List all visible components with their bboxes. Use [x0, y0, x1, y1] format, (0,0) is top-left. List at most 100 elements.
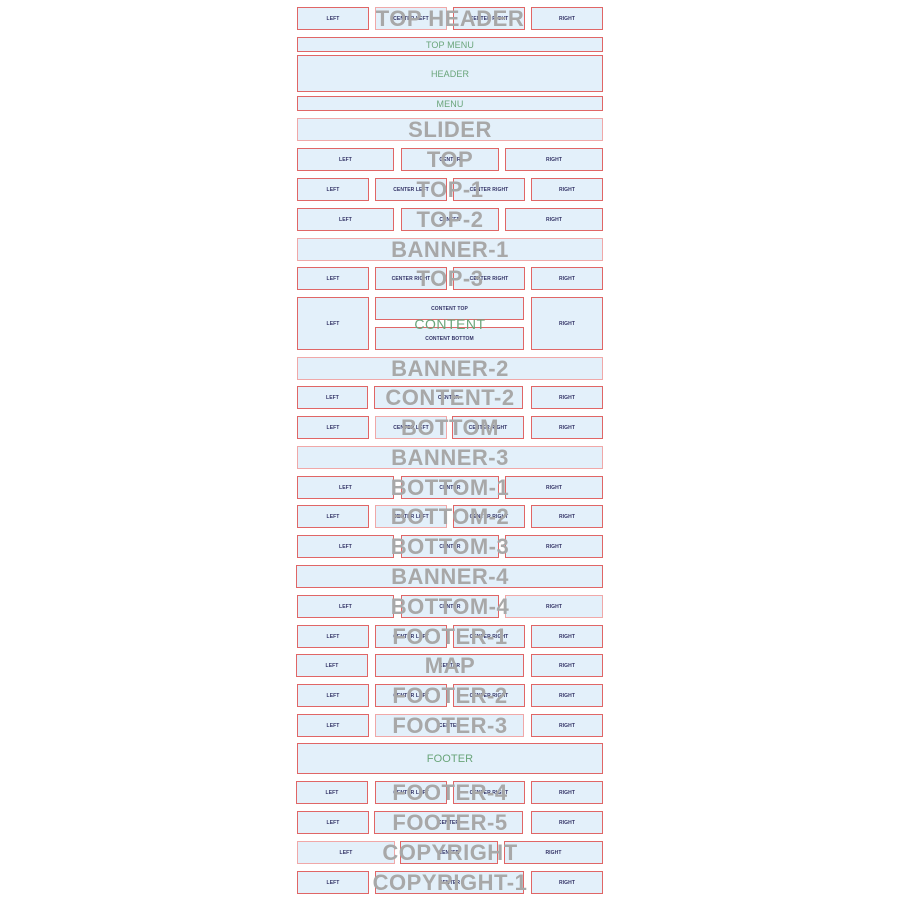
footer-5-left[interactable]: LEFT	[297, 811, 369, 834]
top-3-left[interactable]: LEFT	[297, 267, 369, 290]
content-2-right[interactable]: RIGHT	[531, 386, 603, 409]
map-center[interactable]: CENTER	[375, 654, 524, 677]
bottom-2-right[interactable]: RIGHT	[531, 505, 603, 528]
bottom-2-left[interactable]: LEFT	[297, 505, 369, 528]
footer-2-row: LEFT CENTER LEFT CENTER RIGHT RIGHT FOOT…	[297, 683, 603, 708]
header-box[interactable]: HEADER	[297, 55, 603, 92]
banner-2-row: BANNER-2	[297, 356, 603, 381]
map-row: LEFT CENTER RIGHT MAP	[296, 653, 603, 678]
footer-5-row: LEFT CENTER RIGHT FOOTER-5	[297, 810, 603, 835]
banner-3-box[interactable]	[297, 446, 603, 469]
content-bottom[interactable]: CONTENT BOTTOM	[375, 327, 524, 350]
copyright-left[interactable]: LEFT	[297, 841, 395, 864]
footer-5-center[interactable]: CENTER	[374, 811, 523, 834]
bottom-4-row: LEFT CENTER RIGHT BOTTOM-4	[297, 594, 603, 619]
banner-4-box[interactable]	[296, 565, 603, 588]
top-3-right[interactable]: RIGHT	[531, 267, 603, 290]
banner-1-box[interactable]	[297, 238, 603, 261]
top-1-left[interactable]: LEFT	[297, 178, 369, 201]
map-right[interactable]: RIGHT	[531, 654, 603, 677]
top-1-center-right[interactable]: CENTER RIGHT	[453, 178, 525, 201]
footer-2-right[interactable]: RIGHT	[531, 684, 603, 707]
top-2-left[interactable]: LEFT	[297, 208, 394, 231]
bottom-1-row: LEFT CENTER RIGHT BOTTOM-1	[297, 475, 603, 500]
content-2-center[interactable]: CENTER	[374, 386, 523, 409]
top-header-center-right[interactable]: CENTER RIGHT	[453, 7, 525, 30]
top-1-row: LEFT CENTER LEFT CENTER RIGHT RIGHT TOP-…	[297, 177, 603, 202]
bottom-2-row: LEFT CENTER LEFT CENTER RIGHT RIGHT BOTT…	[297, 504, 603, 529]
footer-1-left[interactable]: LEFT	[297, 625, 369, 648]
top-menu-box[interactable]: TOP MENU	[297, 37, 603, 52]
top-center[interactable]: CENTER	[401, 148, 499, 171]
top-header-left[interactable]: LEFT	[297, 7, 369, 30]
top-3-center-left[interactable]: CENTER RIGHT	[375, 267, 447, 290]
footer-4-center-right[interactable]: CENTER RIGHT	[453, 781, 525, 804]
footer-2-center-right[interactable]: CENTER RIGHT	[453, 684, 525, 707]
footer-3-right[interactable]: RIGHT	[531, 714, 603, 737]
top-3-center-right[interactable]: CENTER RIGHT	[453, 267, 525, 290]
bottom-4-left[interactable]: LEFT	[297, 595, 394, 618]
bottom-1-center[interactable]: CENTER	[401, 476, 499, 499]
copyright-1-left[interactable]: LEFT	[297, 871, 369, 894]
menu-box[interactable]: MENU	[297, 96, 603, 111]
slider-box[interactable]	[297, 118, 603, 141]
bottom-center-right[interactable]: CENTER RIGHT	[452, 416, 524, 439]
top-2-right[interactable]: RIGHT	[505, 208, 603, 231]
copyright-1-center[interactable]: CENTER	[375, 871, 524, 894]
bottom-row: LEFT CENTER LEFT CENTER RIGHT RIGHT BOTT…	[297, 415, 603, 440]
footer-4-right[interactable]: RIGHT	[531, 781, 603, 804]
footer-1-center-left[interactable]: CENTER LEFT	[375, 625, 447, 648]
bottom-left[interactable]: LEFT	[297, 416, 369, 439]
bottom-right[interactable]: RIGHT	[531, 416, 603, 439]
footer-1-right[interactable]: RIGHT	[531, 625, 603, 648]
bottom-2-center-left[interactable]: CENTER LEFT	[375, 505, 447, 528]
header-row: HEADER	[297, 55, 603, 92]
top-menu-row: TOP MENU	[297, 37, 603, 52]
top-header-right[interactable]: RIGHT	[531, 7, 603, 30]
bottom-2-center-right[interactable]: CENTER RIGHT	[453, 505, 525, 528]
map-left[interactable]: LEFT	[296, 654, 368, 677]
bottom-1-right[interactable]: RIGHT	[505, 476, 603, 499]
footer-1-center-right[interactable]: CENTER RIGHT	[453, 625, 525, 648]
banner-1-row: BANNER-1	[297, 237, 603, 262]
top-header-row: LEFT CENTER LEFT CENTER RIGHT RIGHT TOP …	[297, 6, 603, 31]
top-right[interactable]: RIGHT	[505, 148, 603, 171]
content-top[interactable]: CONTENT TOP	[375, 297, 524, 320]
top-left[interactable]: LEFT	[297, 148, 394, 171]
footer-4-center-left[interactable]: CENTER LEFT	[375, 781, 447, 804]
top-2-row: LEFT CENTER RIGHT TOP-2	[297, 207, 603, 232]
footer-4-row: LEFT CENTER LEFT CENTER RIGHT RIGHT FOOT…	[296, 780, 603, 805]
bottom-4-right[interactable]: RIGHT	[505, 595, 603, 618]
bottom-3-right[interactable]: RIGHT	[505, 535, 603, 558]
copyright-right[interactable]: RIGHT	[504, 841, 603, 864]
content-left[interactable]: LEFT	[297, 297, 369, 350]
copyright-center[interactable]: CENTER	[400, 841, 498, 864]
bottom-4-center[interactable]: CENTER	[401, 595, 499, 618]
copyright-1-right[interactable]: RIGHT	[531, 871, 603, 894]
top-row: LEFT CENTER RIGHT TOP	[297, 147, 603, 172]
footer-row: FOOTER	[297, 743, 603, 774]
copyright-1-row: LEFT CENTER RIGHT COPYRIGHT-1	[297, 870, 603, 895]
footer-4-left[interactable]: LEFT	[296, 781, 368, 804]
footer-3-center[interactable]: CENTER	[375, 714, 524, 737]
content-2-left[interactable]: LEFT	[297, 386, 368, 409]
top-1-right[interactable]: RIGHT	[531, 178, 603, 201]
top-1-center-left[interactable]: CENTER LEFT	[375, 178, 447, 201]
footer-2-left[interactable]: LEFT	[297, 684, 369, 707]
content-right[interactable]: RIGHT	[531, 297, 603, 350]
footer-5-right[interactable]: RIGHT	[531, 811, 603, 834]
header-label: HEADER	[430, 68, 470, 79]
bottom-center-left[interactable]: CENTER LEFT	[375, 416, 447, 439]
copyright-row: LEFT CENTER RIGHT COPYRIGHT	[297, 840, 603, 865]
footer-2-center-left[interactable]: CENTER LEFT	[375, 684, 447, 707]
top-3-row: LEFT CENTER RIGHT CENTER RIGHT RIGHT TOP…	[297, 266, 603, 291]
bottom-3-left[interactable]: LEFT	[297, 535, 394, 558]
menu-label: MENU	[436, 98, 464, 109]
top-2-center[interactable]: CENTER	[401, 208, 499, 231]
footer-3-left[interactable]: LEFT	[297, 714, 369, 737]
footer-box[interactable]: FOOTER	[297, 743, 603, 774]
bottom-3-center[interactable]: CENTER	[401, 535, 499, 558]
bottom-1-left[interactable]: LEFT	[297, 476, 394, 499]
banner-2-box[interactable]	[297, 357, 603, 380]
top-header-center-left[interactable]: CENTER LEFT	[375, 7, 447, 30]
